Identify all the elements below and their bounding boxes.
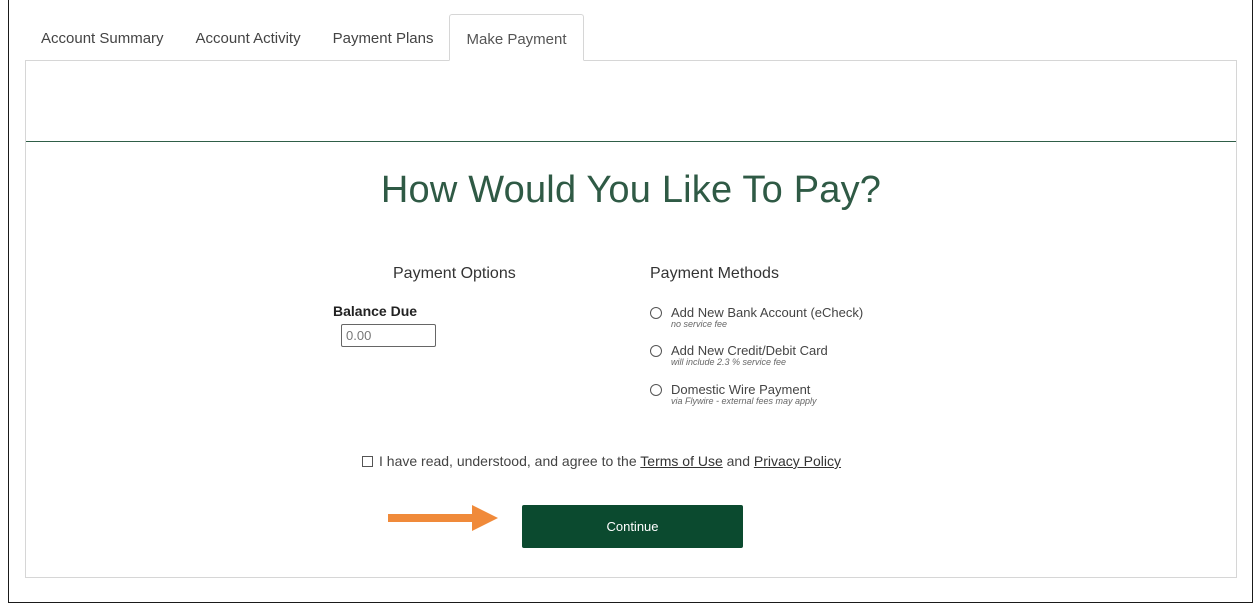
payment-methods-title: Payment Methods	[650, 265, 779, 282]
wire-label: Domestic Wire Payment	[671, 382, 811, 397]
terms-agreement: I have read, understood, and agree to th…	[362, 453, 841, 469]
bank-account-radio[interactable]	[650, 307, 662, 319]
make-payment-panel: How Would You Like To Pay? Payment Optio…	[25, 60, 1237, 578]
payment-options-title: Payment Options	[393, 265, 516, 282]
card-note: will include 2.3 % service fee	[671, 357, 787, 367]
tab-make-payment[interactable]: Make Payment	[449, 14, 584, 61]
agreement-middle: and	[722, 453, 754, 469]
arrow-right-icon	[388, 505, 498, 531]
terms-of-use-link[interactable]: Terms of Use	[640, 453, 722, 469]
tab-account-activity[interactable]: Account Activity	[180, 14, 317, 60]
wire-note: via Flywire - external fees may apply	[671, 396, 817, 406]
wire-radio[interactable]	[650, 384, 662, 396]
privacy-policy-link[interactable]: Privacy Policy	[754, 453, 841, 469]
balance-due-label: Balance Due	[333, 303, 418, 319]
continue-button[interactable]: Continue	[522, 505, 743, 548]
section-divider	[26, 141, 1236, 142]
card-label: Add New Credit/Debit Card	[671, 343, 828, 358]
bank-account-label: Add New Bank Account (eCheck)	[671, 305, 864, 320]
card-radio[interactable]	[650, 345, 662, 357]
agreement-prefix: I have read, understood, and agree to th…	[379, 453, 641, 469]
page-title: How Would You Like To Pay?	[380, 169, 882, 211]
tab-payment-plans[interactable]: Payment Plans	[317, 14, 450, 60]
tab-account-summary[interactable]: Account Summary	[25, 14, 180, 60]
balance-due-input[interactable]	[341, 324, 436, 347]
tab-bar: Account Summary Account Activity Payment…	[25, 14, 584, 61]
terms-checkbox[interactable]	[362, 456, 373, 467]
bank-account-note: no service fee	[671, 319, 728, 329]
